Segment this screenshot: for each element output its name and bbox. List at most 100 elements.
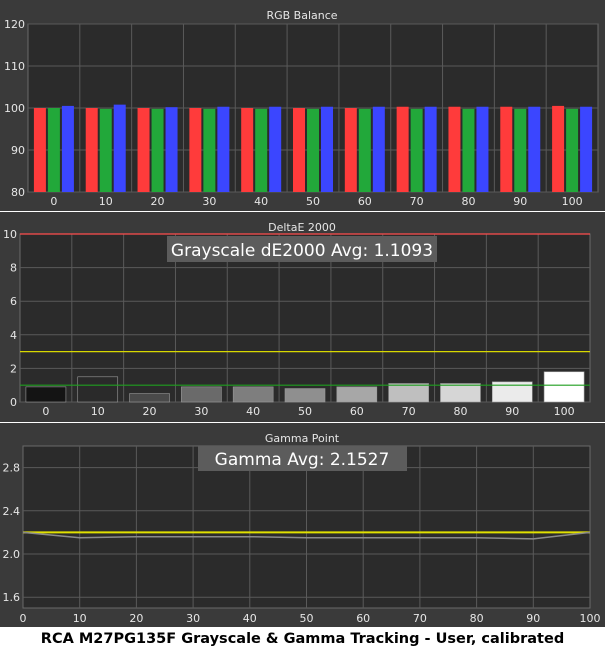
delta-e-bar: [232, 386, 274, 403]
rgb-bar-blue: [321, 106, 333, 192]
x-tick-label: 50: [298, 405, 312, 418]
y-tick-label: 80: [11, 186, 25, 199]
x-tick-label: 70: [402, 405, 416, 418]
rgb-bar-red: [448, 106, 461, 192]
x-tick-label: 30: [186, 612, 200, 625]
chart-title: RGB Balance: [266, 9, 337, 22]
y-tick-label: 90: [11, 144, 25, 157]
rgb-bar-green: [99, 108, 112, 192]
rgb-bar-green: [151, 108, 164, 192]
panel-divider: [0, 422, 605, 423]
x-tick-label: 10: [91, 405, 105, 418]
rgb-bar-red: [241, 108, 254, 192]
delta-e-average-label: Grayscale dE2000 Avg: 1.1093: [171, 241, 433, 261]
y-tick-label: 2: [10, 362, 17, 375]
x-tick-label: 60: [356, 612, 370, 625]
x-tick-label: 0: [20, 612, 27, 625]
x-tick-label: 20: [129, 612, 143, 625]
x-tick-label: 0: [42, 405, 49, 418]
x-tick-label: 50: [306, 195, 320, 208]
y-tick-label: 2.8: [3, 462, 21, 475]
x-tick-label: 40: [246, 405, 260, 418]
x-tick-label: 10: [73, 612, 87, 625]
y-tick-label: 110: [4, 60, 25, 73]
rgb-bar-green: [410, 108, 423, 192]
x-tick-label: 100: [580, 612, 601, 625]
rgb-bar-green: [462, 108, 475, 192]
rgb-bar-blue: [580, 106, 593, 192]
delta-e-bar: [388, 383, 429, 403]
x-tick-label: 20: [151, 195, 165, 208]
delta-e-bar: [440, 383, 481, 403]
rgb-bar-blue: [424, 106, 437, 192]
rgb-bar-red: [85, 108, 98, 192]
x-tick-label: 80: [461, 195, 475, 208]
rgb-bar-green: [203, 108, 216, 192]
x-tick-label: 0: [50, 195, 57, 208]
rgb-bar-blue: [372, 106, 385, 192]
x-tick-label: 70: [410, 195, 424, 208]
rgb-bar-green: [307, 108, 319, 192]
x-tick-label: 70: [413, 612, 427, 625]
y-tick-label: 2.0: [3, 548, 21, 561]
chart-title: Gamma Point: [265, 432, 340, 445]
y-tick-label: 10: [3, 228, 17, 241]
y-tick-label: 6: [10, 295, 17, 308]
rgb-bar-red: [189, 108, 202, 192]
delta-e-bar: [129, 393, 170, 403]
delta-e-bar: [336, 386, 378, 403]
figure-root: RGB Balance DeltaE 2000 Gamma Point 80 90 100…: [0, 0, 605, 652]
rgb-bar-green: [255, 108, 268, 192]
rgb-bar-blue: [269, 106, 282, 192]
rgb-bar-green: [47, 108, 60, 192]
rgb-bar-red: [293, 108, 305, 192]
rgb-bar-red: [33, 108, 46, 192]
chart-canvas: RGB BalanceDeltaE 2000Gamma Point8090100…: [0, 0, 605, 627]
y-tick-label: 100: [4, 102, 25, 115]
x-tick-label: 90: [505, 405, 519, 418]
chart-title: DeltaE 2000: [268, 221, 336, 234]
x-tick-label: 30: [202, 195, 216, 208]
x-tick-label: 60: [358, 195, 372, 208]
x-tick-label: 20: [143, 405, 157, 418]
x-tick-label: 80: [453, 405, 467, 418]
x-tick-label: 30: [194, 405, 208, 418]
rgb-bar-red: [137, 108, 150, 192]
x-tick-label: 100: [554, 405, 575, 418]
rgb-bar-blue: [476, 106, 489, 192]
gamma-average-label: Gamma Avg: 2.1527: [215, 450, 390, 470]
rgb-bar-red: [552, 105, 565, 192]
delta-e-bar: [25, 386, 67, 403]
y-tick-label: 4: [10, 329, 17, 342]
rgb-bar-blue: [113, 104, 126, 192]
x-tick-label: 90: [526, 612, 540, 625]
panel-divider: [0, 211, 605, 212]
rgb-bar-green: [358, 108, 371, 192]
rgb-bar-green: [514, 108, 527, 192]
x-tick-label: 10: [99, 195, 113, 208]
rgb-bar-red: [500, 106, 513, 192]
delta-e-bar: [181, 386, 222, 403]
x-tick-label: 100: [562, 195, 583, 208]
rgb-bar-green: [566, 108, 579, 192]
x-tick-label: 60: [350, 405, 364, 418]
delta-e-bar: [284, 388, 326, 403]
x-tick-label: 40: [254, 195, 268, 208]
delta-e-bar: [543, 371, 585, 403]
y-tick-label: 1.6: [3, 591, 21, 604]
rgb-bar-blue: [165, 107, 178, 192]
x-tick-label: 40: [243, 612, 257, 625]
figure-caption: RCA M27PG135F Grayscale & Gamma Tracking…: [0, 627, 605, 652]
rgb-bar-red: [344, 108, 357, 192]
y-tick-label: 0: [10, 396, 17, 409]
x-tick-label: 50: [300, 612, 314, 625]
y-tick-label: 2.4: [3, 505, 21, 518]
delta-e-bar: [77, 376, 119, 403]
x-tick-label: 90: [513, 195, 527, 208]
x-tick-label: 80: [470, 612, 484, 625]
rgb-bar-blue: [528, 106, 541, 192]
y-tick-label: 120: [4, 18, 25, 31]
rgb-bar-blue: [217, 106, 230, 192]
rgb-bar-blue: [61, 105, 74, 192]
y-tick-label: 8: [10, 262, 17, 275]
